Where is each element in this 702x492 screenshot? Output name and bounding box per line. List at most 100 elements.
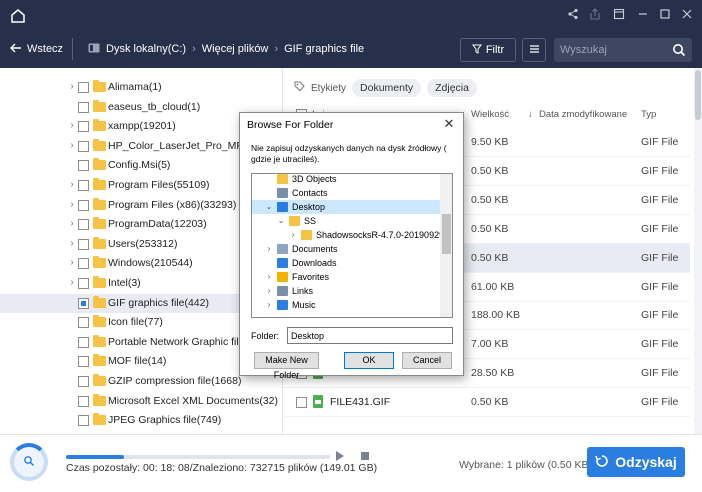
dialog-folder-item[interactable]: Downloads — [252, 256, 442, 270]
search-icon[interactable] — [672, 43, 686, 57]
tree-item-checkbox[interactable] — [78, 199, 89, 211]
dialog-close-icon[interactable]: ✕ — [441, 116, 457, 132]
pause-resume-button[interactable] — [335, 450, 345, 462]
tree-item-checkbox[interactable] — [78, 82, 89, 93]
tree-item-label: MOF file(14) — [108, 355, 167, 368]
tree-item-checkbox[interactable] — [78, 238, 89, 250]
tree-item-checkbox[interactable] — [78, 121, 89, 133]
tree-item-checkbox[interactable] — [78, 140, 89, 152]
tree-item-checkbox[interactable] — [78, 415, 89, 427]
tree-item-checkbox[interactable] — [78, 297, 89, 309]
tree-item-label: Program Files (x86)(33293) — [108, 198, 237, 211]
file-row[interactable]: FILE431.GIF 0.50 KB GIF File — [284, 388, 690, 418]
dialog-folder-item[interactable]: › ShadowsocksR-4.7.0-20190929 — [252, 228, 444, 242]
chevron-down-icon[interactable]: ⌄ — [276, 214, 286, 228]
column-type[interactable]: Typ — [641, 109, 656, 120]
tree-item-checkbox[interactable] — [78, 180, 89, 191]
column-size[interactable]: Wielkość — [471, 109, 509, 120]
tree-item-label: ProgramData(12203) — [108, 218, 207, 231]
minimize-icon[interactable] — [634, 8, 652, 24]
file-size: 0.50 KB — [471, 164, 509, 177]
file-size: 0.50 KB — [471, 222, 509, 235]
maximize-icon[interactable] — [656, 8, 674, 24]
tree-item-checkbox[interactable] — [78, 101, 89, 113]
file-size: 7.00 KB — [471, 338, 509, 351]
tree-item-label: xampp(19201) — [108, 120, 176, 133]
tree-item-checkbox[interactable] — [78, 219, 89, 231]
chevron-right-icon[interactable]: › — [66, 277, 78, 289]
filter-button[interactable]: Filtr — [460, 38, 516, 62]
recover-icon — [595, 454, 609, 471]
folder-field[interactable] — [287, 327, 453, 344]
tree-item-checkbox[interactable] — [78, 278, 89, 289]
folder-icon — [93, 295, 106, 308]
make-new-folder-button[interactable]: Make New Folder — [254, 352, 319, 380]
breadcrumb-item[interactable]: GIF graphics file — [284, 43, 364, 55]
dialog-folder-item[interactable]: ⌄ Desktop — [252, 200, 442, 214]
dialog-folder-label: 3D Objects — [292, 174, 337, 184]
search-input[interactable] — [560, 41, 664, 59]
tree-item-checkbox[interactable] — [78, 336, 89, 348]
folder-icon — [93, 354, 106, 367]
dialog-scrollbar-thumb[interactable] — [442, 214, 451, 254]
tree-item-checkbox[interactable] — [78, 258, 89, 270]
dialog-title: Browse For Folder — [247, 119, 334, 131]
ok-button[interactable]: OK — [344, 352, 394, 369]
close-icon[interactable] — [678, 8, 696, 24]
chevron-right-icon[interactable]: › — [66, 179, 78, 191]
stop-button[interactable] — [361, 452, 369, 460]
tree-item[interactable]: Microsoft Excel XML Documents(32) — [0, 392, 282, 412]
tree-item-checkbox[interactable] — [78, 160, 89, 172]
tag-photos[interactable]: Zdjęcia — [427, 79, 477, 97]
tree-item-checkbox[interactable] — [78, 376, 89, 387]
dialog-folder-item[interactable]: › Links — [252, 284, 442, 298]
tree-item-checkbox[interactable] — [78, 356, 89, 368]
chevron-right-icon[interactable]: › — [66, 257, 78, 269]
filter-label: Filtr — [485, 44, 505, 56]
folder-icon — [93, 119, 106, 132]
chevron-right-icon[interactable]: › — [66, 140, 78, 152]
minimize-to-tray-icon[interactable] — [610, 8, 628, 24]
file-type: GIF File — [641, 367, 679, 380]
dialog-folder-item[interactable]: ⌄ SS — [252, 214, 442, 228]
share-icon[interactable] — [564, 8, 582, 24]
tree-item-checkbox[interactable] — [78, 395, 89, 407]
tree-item-label: easeus_tb_cloud(1) — [108, 100, 201, 113]
dialog-folder-item[interactable]: › Favorites — [252, 270, 442, 284]
chevron-right-icon[interactable]: › — [288, 228, 298, 242]
tree-item-checkbox[interactable] — [78, 317, 89, 329]
recover-button[interactable]: Odzyskaj — [587, 447, 685, 477]
list-view-button[interactable] — [522, 38, 546, 62]
chevron-right-icon[interactable]: › — [264, 284, 274, 298]
tree-item[interactable]: JPEG Graphics file(749) — [0, 411, 282, 431]
chevron-right-icon[interactable]: › — [264, 298, 274, 312]
chevron-right-icon[interactable]: › — [66, 199, 78, 211]
dialog-folder-item[interactable]: 3D Objects — [252, 174, 442, 186]
chevron-right-icon[interactable]: › — [66, 218, 78, 230]
breadcrumb-item[interactable]: Dysk lokalny(C:) — [106, 43, 186, 55]
breadcrumb-item[interactable]: Więcej plików — [202, 43, 269, 55]
file-name: FILE431.GIF — [330, 396, 391, 409]
chevron-right-icon[interactable]: › — [66, 81, 78, 93]
back-button[interactable]: Wstecz — [10, 40, 63, 58]
file-checkbox[interactable] — [296, 397, 307, 409]
dialog-folder-item[interactable]: › Music — [252, 298, 442, 312]
dialog-folder-item[interactable]: Contacts — [252, 186, 442, 200]
scrollbar-thumb[interactable] — [695, 70, 701, 120]
chevron-right-icon[interactable]: › — [264, 242, 274, 256]
chevron-right-icon[interactable]: › — [66, 238, 78, 250]
tag-documents[interactable]: Dokumenty — [352, 79, 422, 97]
tree-item[interactable]: › Alimama(1) — [0, 78, 282, 98]
scrollbar[interactable] — [694, 68, 702, 434]
progress-bar — [66, 455, 330, 459]
home-icon[interactable] — [8, 6, 28, 26]
export-icon[interactable] — [586, 8, 604, 24]
chevron-down-icon[interactable]: ⌄ — [264, 200, 274, 214]
dialog-folder-label: Music — [292, 300, 316, 310]
chevron-right-icon[interactable]: › — [66, 120, 78, 132]
dialog-folder-item[interactable]: › Documents — [252, 242, 442, 256]
chevron-right-icon[interactable]: › — [264, 270, 274, 284]
cancel-button[interactable]: Cancel — [402, 352, 452, 369]
column-modified[interactable]: Data zmodyfikowane — [539, 109, 627, 120]
folder-icon — [93, 256, 106, 269]
